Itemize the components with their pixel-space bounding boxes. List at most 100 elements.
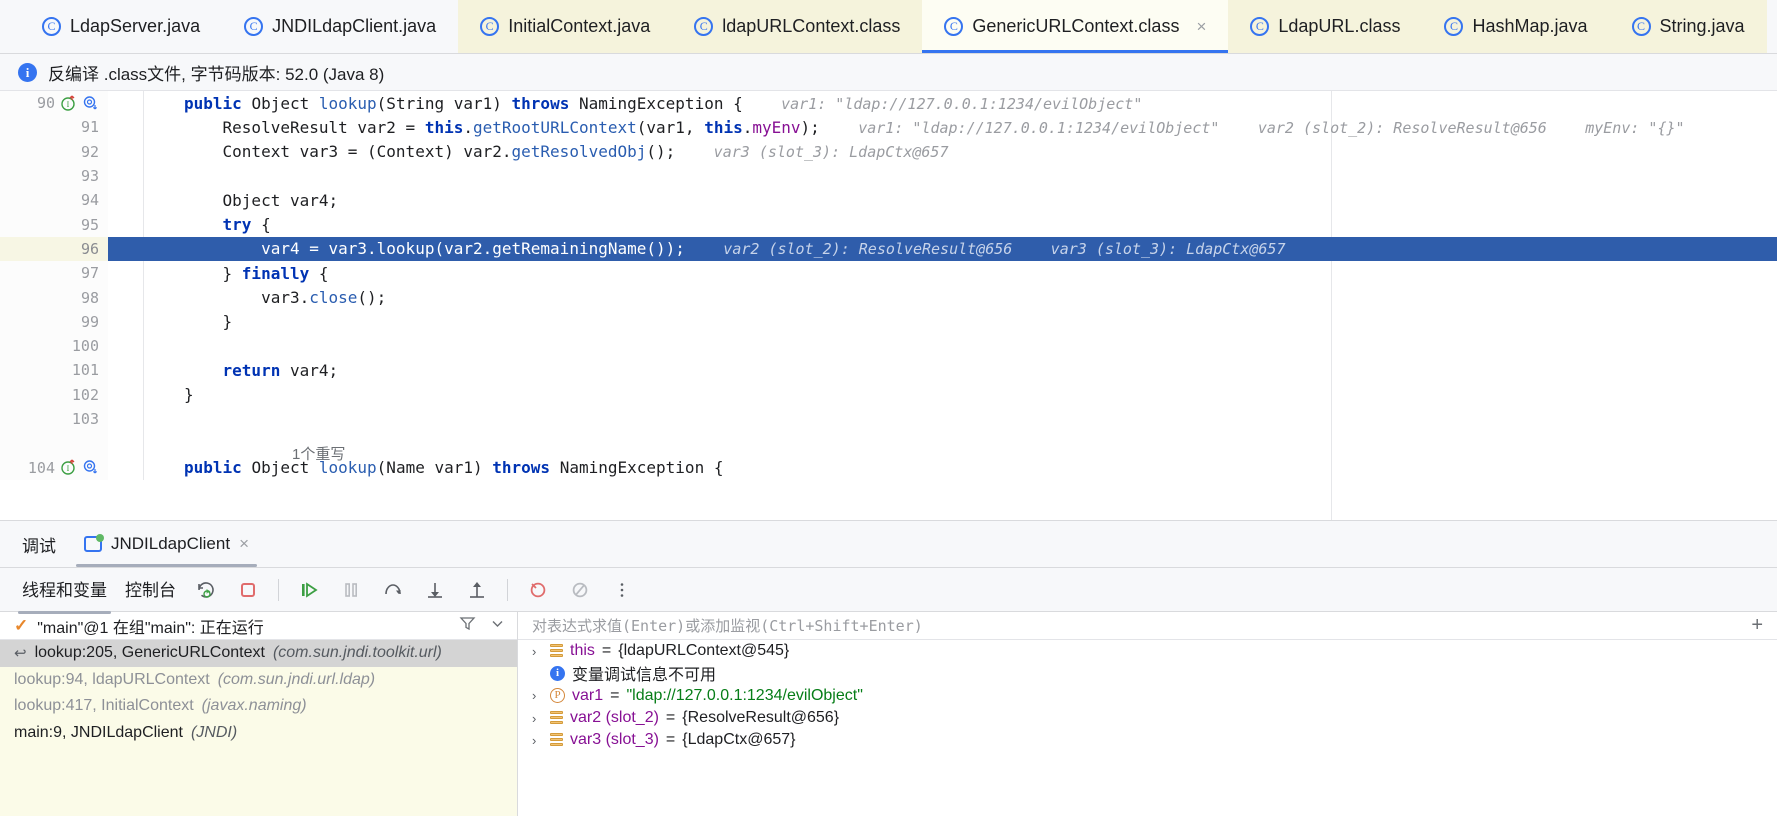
code-line[interactable]: 103 <box>0 406 1777 432</box>
chevron-right-icon[interactable]: › <box>532 711 543 726</box>
editor-tab-ldapurlcontext-class[interactable]: CldapURLContext.class <box>672 0 923 53</box>
editor-tab-initialcontext-java[interactable]: C InitialContext.java <box>458 0 673 53</box>
disable-breakpoints-icon[interactable] <box>568 578 592 602</box>
thread-selector[interactable]: ✓ "main"@1 在组"main": 正在运行 <box>0 612 517 640</box>
code-content[interactable]: } finally { <box>144 264 329 283</box>
stack-frame[interactable]: ↩ lookup:205, GenericURLContext (com.sun.j… <box>0 640 517 667</box>
stack-frame[interactable]: lookup:94, ldapURLContext (com.sun.jndi.u… <box>0 667 517 694</box>
gutter-fold-strip[interactable] <box>108 139 144 164</box>
gutter-fold-strip[interactable] <box>108 309 144 334</box>
gutter-fold-strip[interactable] <box>108 431 144 456</box>
editor-tab-ldapserver-java[interactable]: C LdapServer.java <box>20 0 222 53</box>
gutter-line-96[interactable]: 96 <box>0 236 108 262</box>
code-content[interactable]: Context var3 = (Context) var2.getResolve… <box>144 142 949 161</box>
editor-tab-string-java[interactable]: C String.java <box>1609 0 1767 53</box>
tab-console[interactable]: 控制台 <box>125 576 176 604</box>
gutter-line-91[interactable]: 91 <box>0 115 108 140</box>
stop-icon[interactable] <box>236 578 260 602</box>
stack-frame[interactable]: main:9, JNDILdapClient (JNDI) <box>0 720 517 747</box>
code-content[interactable]: try { <box>144 215 271 234</box>
gutter-fold-strip[interactable] <box>108 358 144 383</box>
code-content[interactable]: var3.close(); <box>144 288 386 307</box>
override-impl-icon[interactable]: I <box>60 459 77 476</box>
code-line[interactable]: 101 return var4; <box>0 358 1777 383</box>
inline-debug-hint[interactable]: var3 (slot_3): LdapCtx@657 <box>1051 240 1286 258</box>
add-watch-button[interactable]: + <box>1737 614 1777 637</box>
inline-debug-hint[interactable]: var1: "ldap://127.0.0.1:1234/evilObject" <box>858 119 1219 137</box>
code-content[interactable]: } <box>144 312 233 331</box>
watch-input[interactable]: 对表达式求值(Enter)或添加监视(Ctrl+Shift+Enter) <box>518 615 1737 636</box>
gutter-line-93[interactable]: 93 <box>0 163 108 189</box>
gutter-line-97[interactable]: 97 <box>0 261 108 286</box>
code-content[interactable]: return var4; <box>144 361 339 380</box>
debug-session-tab[interactable]: JNDILdapClient × <box>76 521 257 567</box>
gutter-line-102[interactable]: 102 <box>0 382 108 407</box>
chevron-right-icon[interactable]: › <box>532 644 543 659</box>
code-content[interactable]: Object var4; <box>144 191 339 210</box>
code-line[interactable]: 100 <box>0 333 1777 359</box>
gutter-fold-strip[interactable] <box>108 333 144 359</box>
gutter-fold-strip[interactable] <box>108 163 144 189</box>
close-icon[interactable]: × <box>239 534 249 554</box>
mute-breakpoints-icon[interactable] <box>526 578 550 602</box>
inline-debug-hint[interactable]: var3 (slot_3): LdapCtx@657 <box>714 143 949 161</box>
code-line[interactable]: 92 Context var3 = (Context) var2.getReso… <box>0 139 1777 164</box>
more-options-icon[interactable] <box>610 578 634 602</box>
code-line[interactable]: 91 ResolveResult var2 = this.getRootURLC… <box>0 115 1777 140</box>
filter-icon[interactable] <box>459 615 476 637</box>
code-line[interactable]: 1个重写 <box>0 431 1777 463</box>
code-content[interactable]: } <box>144 385 194 404</box>
rerun-debug-icon[interactable] <box>194 578 218 602</box>
chevron-right-icon[interactable]: › <box>532 733 543 748</box>
gutter-line-98[interactable]: 98 <box>0 285 108 310</box>
gutter-line-94[interactable]: 94 <box>0 188 108 213</box>
gutter-fold-strip[interactable] <box>108 212 144 237</box>
code-line[interactable]: 97 } finally { <box>0 261 1777 286</box>
gutter-line-90[interactable]: 90 I <box>0 91 108 116</box>
inline-debug-hint[interactable]: var2 (slot_2): ResolveResult@656 <box>723 240 1012 258</box>
gutter-fold-strip[interactable] <box>108 285 144 310</box>
gutter-fold-strip[interactable] <box>108 455 144 480</box>
gutter-fold-strip[interactable] <box>108 188 144 213</box>
code-line[interactable]: 95 try { <box>0 212 1777 237</box>
code-line[interactable]: 90 I public Object lookup(String var1) thr… <box>0 91 1777 116</box>
step-into-icon[interactable] <box>423 578 447 602</box>
chevron-right-icon[interactable]: › <box>532 688 543 703</box>
code-line[interactable]: 102} <box>0 382 1777 407</box>
code-content[interactable]: public Object lookup(String var1) throws… <box>144 94 1142 113</box>
variable-row[interactable]: › var2 (slot_2) = {ResolveResult@656} <box>518 707 1777 729</box>
variables-list[interactable]: ›this = {ldapURLContext@545}›i变量调试信息不可用 ›… <box>518 640 1777 816</box>
tab-threads-and-variables[interactable]: 线程和变量 <box>18 576 111 614</box>
tabbar-overflow-button[interactable]: › <box>1767 0 1777 53</box>
code-line[interactable]: 104 I public Object lookup(Name var1) thro… <box>0 455 1777 480</box>
gutter-line-104[interactable]: 104 I <box>0 455 108 480</box>
stack-frame[interactable]: lookup:417, InitialContext (javax.naming) <box>0 693 517 720</box>
editor-tab-jndildapclient-java[interactable]: C JNDILdapClient.java <box>222 0 458 53</box>
code-line[interactable]: 94 Object var4; <box>0 188 1777 213</box>
code-line[interactable]: 93 <box>0 163 1777 189</box>
step-out-icon[interactable] <box>465 578 489 602</box>
code-lines-host[interactable]: 90 I public Object lookup(String var1) thr… <box>0 91 1777 520</box>
chevron-down-icon[interactable] <box>490 616 505 636</box>
variable-row[interactable]: › this = {ldapURLContext@545} <box>518 640 1777 662</box>
code-content[interactable]: ResolveResult var2 = this.getRootURLCont… <box>144 118 1685 137</box>
editor-tab-ldapurl-class[interactable]: C LdapURL.class <box>1228 0 1423 53</box>
gutter-fold-strip[interactable] <box>108 406 144 432</box>
variable-note-row[interactable]: ›i变量调试信息不可用 <box>518 662 1777 684</box>
resume-icon[interactable] <box>297 578 321 602</box>
code-content[interactable]: var4 = var3.lookup(var2.getRemainingName… <box>144 239 1285 258</box>
code-editor[interactable]: 90 I public Object lookup(String var1) thr… <box>0 91 1777 521</box>
close-icon[interactable]: × <box>1196 18 1206 35</box>
inline-debug-hint[interactable]: var1: "ldap://127.0.0.1:1234/evilObject" <box>781 95 1142 113</box>
gutter-line-blank[interactable] <box>0 431 108 456</box>
gutter-fold-strip[interactable] <box>108 261 144 286</box>
inline-debug-hint[interactable]: var2 (slot_2): ResolveResult@656 <box>1258 119 1547 137</box>
gutter-fold-strip[interactable] <box>108 382 144 407</box>
gutter-line-95[interactable]: 95 <box>0 212 108 237</box>
gutter-fold-strip[interactable] <box>108 236 144 262</box>
usage-search-icon[interactable] <box>82 459 99 476</box>
gutter-line-103[interactable]: 103 <box>0 406 108 432</box>
code-content[interactable]: public Object lookup(Name var1) throws N… <box>144 458 723 477</box>
editor-tab-genericurlcontext-class[interactable]: C GenericURLContext.class × <box>922 0 1229 53</box>
inline-debug-hint[interactable]: myEnv: "{}" <box>1585 119 1684 137</box>
